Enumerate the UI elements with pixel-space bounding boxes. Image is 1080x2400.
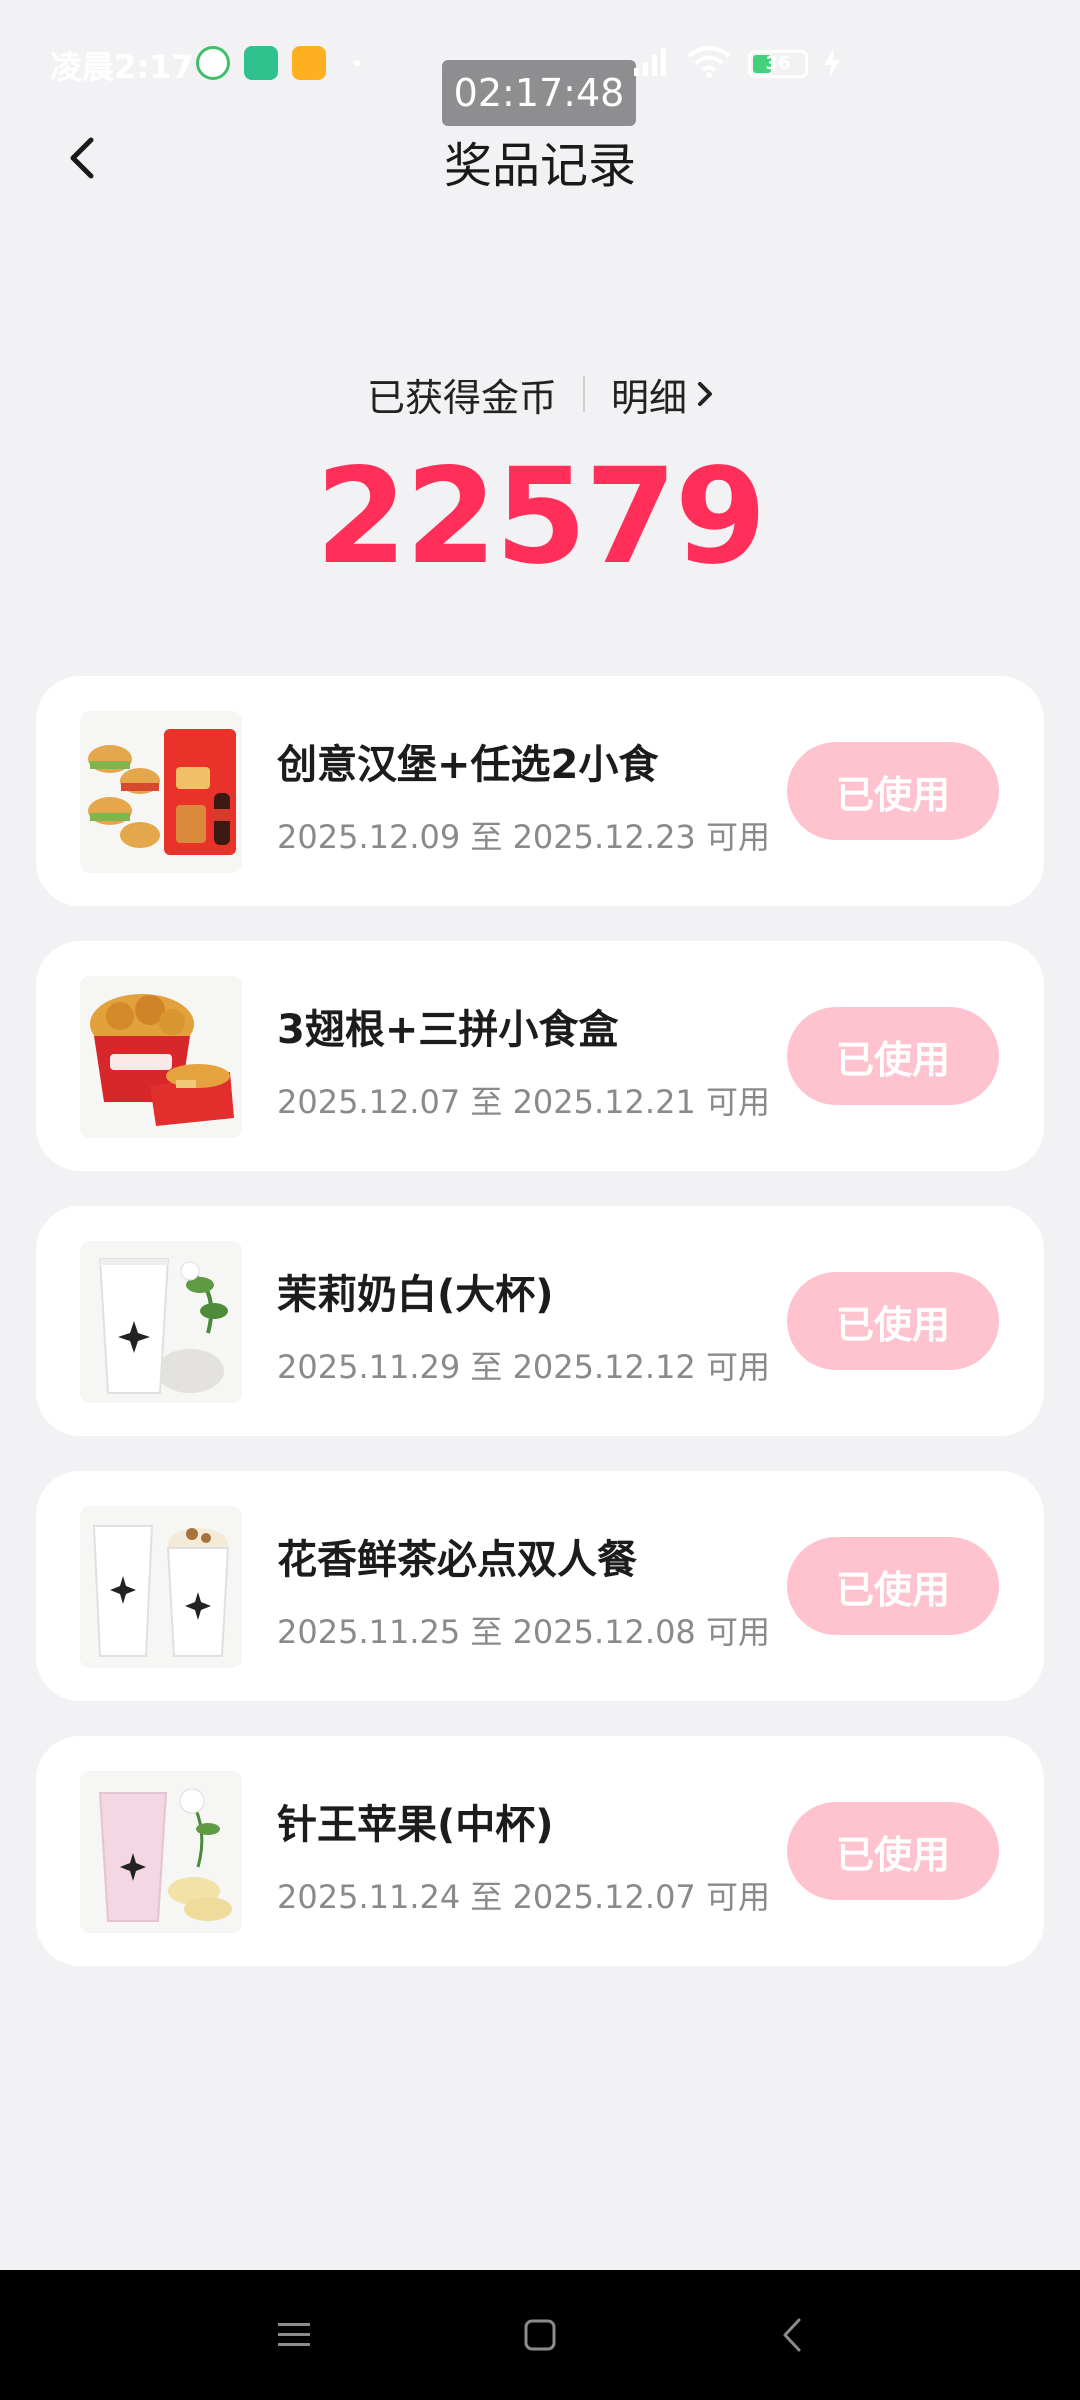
battery-percent: 36 <box>765 53 791 74</box>
system-back-button[interactable] <box>762 2305 822 2365</box>
record-card[interactable]: 3翅根+三拼小食盒 2025.12.07 至 2025.12.21 可用 已使用 <box>36 941 1044 1171</box>
home-button[interactable] <box>510 2305 570 2365</box>
battery-icon: 36 <box>748 50 808 78</box>
item-validity: 2025.11.25 至 2025.12.08 可用 <box>277 1613 770 1651</box>
item-name: 创意汉堡+任选2小食 <box>277 742 659 788</box>
record-card[interactable]: 针王苹果(中杯) 2025.11.24 至 2025.12.07 可用 已使用 <box>36 1736 1044 1966</box>
two-tea-cups-image <box>80 1506 242 1668</box>
security-app-icon <box>244 46 278 80</box>
item-name: 花香鲜茶必点双人餐 <box>277 1537 637 1583</box>
square-icon <box>524 2319 556 2351</box>
notification-icons <box>196 46 326 80</box>
item-validity: 2025.12.09 至 2025.12.23 可用 <box>277 818 770 856</box>
more-notifications-icon <box>354 60 360 66</box>
apple-tea-cup-image <box>80 1771 242 1933</box>
coins-value: 22579 <box>315 440 766 594</box>
coins-label: 已获得金币 <box>366 375 557 420</box>
app-notification-icon <box>196 46 230 80</box>
details-link[interactable]: 明细 <box>611 367 713 422</box>
item-name: 茉莉奶白(大杯) <box>277 1272 554 1318</box>
item-name: 3翅根+三拼小食盒 <box>277 1007 619 1053</box>
chevron-left-icon <box>783 2318 801 2352</box>
used-button[interactable]: 已使用 <box>787 1007 999 1105</box>
used-button[interactable]: 已使用 <box>787 1272 999 1370</box>
record-card[interactable]: 花香鲜茶必点双人餐 2025.11.25 至 2025.12.08 可用 已使用 <box>36 1471 1044 1701</box>
system-nav-bar <box>0 2270 1080 2400</box>
coins-summary: 已获得金币 明细 <box>0 364 1080 424</box>
jasmine-milk-tea-cup-image <box>80 1241 242 1403</box>
fried-chicken-bucket-image <box>80 976 242 1138</box>
item-validity: 2025.12.07 至 2025.12.21 可用 <box>277 1083 770 1121</box>
page-title: 奖品记录 <box>443 138 636 194</box>
chevron-right-icon <box>698 382 713 406</box>
item-name: 针王苹果(中杯) <box>277 1802 554 1848</box>
used-button[interactable]: 已使用 <box>787 1802 999 1900</box>
status-bar: 凌晨2:17 02:17:48 36 <box>0 0 1080 130</box>
signal-icon <box>634 48 666 76</box>
status-time: 凌晨2:17 <box>50 48 194 86</box>
charging-icon <box>824 48 840 78</box>
burger-combo-image <box>80 711 242 873</box>
gallery-app-icon <box>292 46 326 80</box>
screen-record-timer[interactable]: 02:17:48 <box>442 60 636 126</box>
record-card[interactable]: 创意汉堡+任选2小食 2025.12.09 至 2025.12.23 可用 已使… <box>36 676 1044 906</box>
used-button[interactable]: 已使用 <box>787 1537 999 1635</box>
header: 奖品记录 <box>0 120 1080 200</box>
item-validity: 2025.11.29 至 2025.12.12 可用 <box>277 1348 770 1386</box>
divider <box>583 376 585 412</box>
item-validity: 2025.11.24 至 2025.12.07 可用 <box>277 1878 770 1916</box>
used-button[interactable]: 已使用 <box>787 742 999 840</box>
record-card[interactable]: 茉莉奶白(大杯) 2025.11.29 至 2025.12.12 可用 已使用 <box>36 1206 1044 1436</box>
details-label: 明细 <box>611 375 688 420</box>
wifi-icon <box>687 46 731 78</box>
records-list: 创意汉堡+任选2小食 2025.12.09 至 2025.12.23 可用 已使… <box>36 676 1044 2001</box>
menu-icon <box>278 2323 310 2346</box>
recent-apps-button[interactable] <box>264 2305 324 2365</box>
